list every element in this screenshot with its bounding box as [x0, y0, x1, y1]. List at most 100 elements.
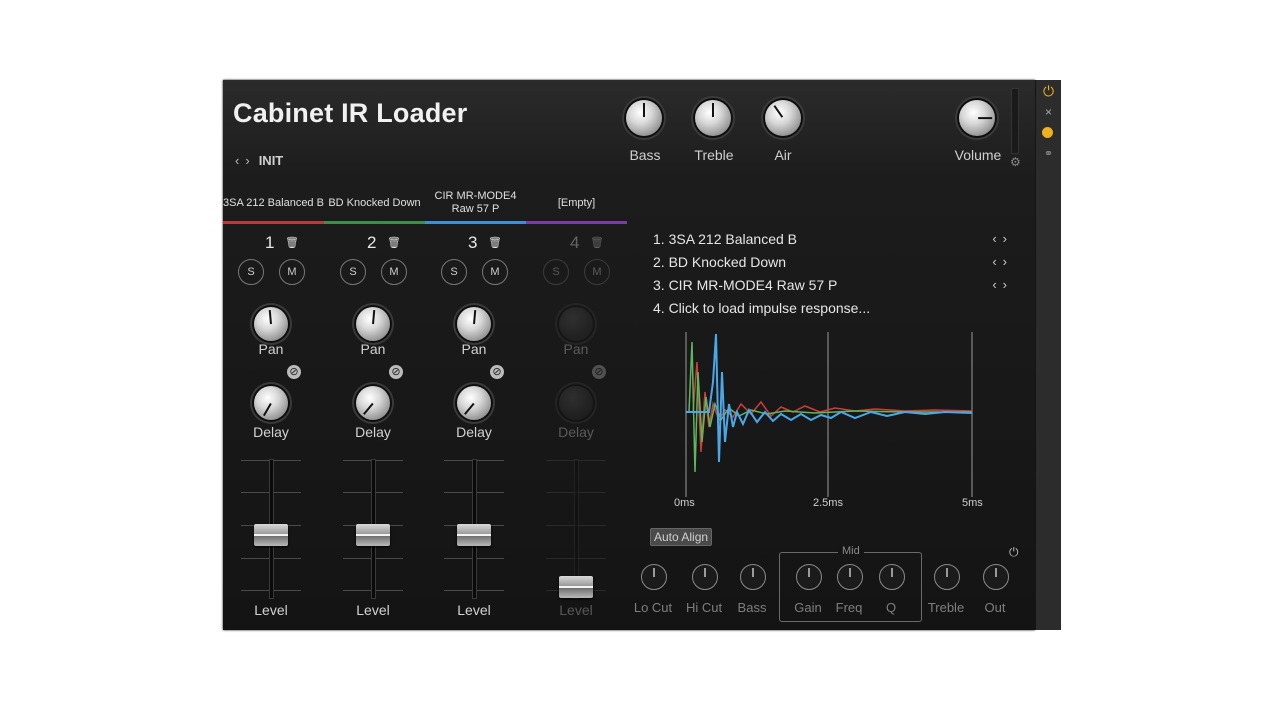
trash-icon[interactable]: 🗑: [488, 236, 502, 249]
phase-invert-icon[interactable]: ⊘: [389, 365, 403, 379]
tab-ir-4-label: [Empty]: [557, 196, 596, 209]
solo-button[interactable]: S: [238, 259, 264, 285]
level-fader-handle[interactable]: [457, 523, 491, 546]
delay-label: Delay: [558, 424, 594, 440]
prev-preset-icon[interactable]: ‹: [235, 153, 239, 168]
trash-icon[interactable]: 🗑: [590, 236, 604, 249]
treble-label: Treble: [694, 147, 734, 163]
pan-knob[interactable]: [559, 307, 593, 341]
tab-ir-1[interactable]: 3SA 212 Balanced B: [223, 184, 324, 224]
eq-knob-1[interactable]: [641, 564, 667, 590]
app-title: Cabinet IR Loader: [233, 98, 468, 128]
ir-tabs: 3SA 212 Balanced B BD Knocked Down CIR M…: [223, 184, 629, 224]
auto-align-button[interactable]: Auto Align: [650, 528, 713, 546]
tab-ir-3[interactable]: CIR MR-MODE4 Raw 57 P: [425, 184, 526, 224]
air-label: Air: [774, 147, 792, 163]
ir-list: 1. 3SA 212 Balanced B ‹› 2. BD Knocked Do…: [653, 231, 1013, 323]
pan-label: Pan: [360, 341, 386, 357]
level-fader-handle[interactable]: [559, 576, 593, 598]
mute-button[interactable]: M: [584, 259, 610, 285]
eq-knob-7[interactable]: [934, 564, 960, 590]
tab-ir-4[interactable]: [Empty]: [526, 184, 627, 224]
phase-invert-icon[interactable]: ⊘: [592, 365, 606, 379]
mute-button[interactable]: M: [381, 259, 407, 285]
tab-ir-1-bar: [223, 221, 324, 224]
tab-ir-1-label: 3SA 212 Balanced B: [223, 196, 324, 209]
gear-icon[interactable]: ⚙: [1010, 155, 1021, 169]
delay-knob[interactable]: [559, 386, 593, 420]
eq-knob-4[interactable]: [796, 564, 822, 590]
ir-list-item-4[interactable]: 4. Click to load impulse response...: [653, 300, 1013, 323]
level-label: Level: [254, 602, 288, 618]
ir-list-item-2-text: 2. BD Knocked Down: [653, 254, 787, 270]
bass-knob[interactable]: [626, 100, 662, 136]
solo-button[interactable]: S: [543, 259, 569, 285]
trash-icon[interactable]: 🗑: [285, 236, 299, 249]
right-toolbar: ⏻ × ⚭: [1035, 80, 1061, 630]
treble-knob[interactable]: [695, 100, 731, 136]
tab-ir-2-bar: [324, 221, 425, 224]
channel-3-number: 3: [468, 233, 478, 252]
tab-ir-3-bar: [425, 221, 526, 224]
volume-knob[interactable]: [959, 100, 995, 136]
ir-1-nav-icon[interactable]: ‹›: [992, 231, 1013, 246]
air-knob[interactable]: [765, 100, 801, 136]
link-icon[interactable]: ⚭: [1042, 148, 1055, 161]
collapse-icon[interactable]: ×: [1042, 106, 1055, 119]
eq-knob-8[interactable]: [983, 564, 1009, 590]
eq-knob-2[interactable]: [692, 564, 718, 590]
eq-knob-3[interactable]: [740, 564, 766, 590]
delay-knob[interactable]: [457, 386, 491, 420]
level-label: Level: [356, 602, 390, 618]
waveform-ir-3: [686, 333, 973, 463]
volume-meter: [1011, 88, 1019, 154]
delay-knob[interactable]: [254, 386, 288, 420]
bass-label: Bass: [629, 147, 661, 163]
graph-tick-5ms: 5ms: [962, 497, 983, 509]
ir-list-item-2[interactable]: 2. BD Knocked Down ‹›: [653, 254, 1013, 277]
ir-3-nav-icon[interactable]: ‹›: [992, 277, 1013, 292]
level-fader-handle[interactable]: [254, 523, 288, 546]
eq-label-3: Bass: [737, 600, 767, 615]
volume-label: Volume: [954, 147, 1002, 163]
trash-icon[interactable]: 🗑: [387, 236, 401, 249]
tuner-icon[interactable]: [1042, 127, 1055, 140]
channel-4-number: 4: [570, 233, 580, 252]
ir-list-item-3[interactable]: 3. CIR MR-MODE4 Raw 57 P ‹›: [653, 277, 1013, 300]
delay-label: Delay: [253, 424, 289, 440]
mute-button[interactable]: M: [279, 259, 305, 285]
eq-knob-6[interactable]: [879, 564, 905, 590]
mute-button[interactable]: M: [482, 259, 508, 285]
pan-label: Pan: [563, 341, 589, 357]
ir-list-item-3-text: 3. CIR MR-MODE4 Raw 57 P: [653, 277, 838, 293]
level-label: Level: [559, 602, 593, 618]
solo-button[interactable]: S: [340, 259, 366, 285]
preset-selector[interactable]: ‹ › INIT: [235, 153, 283, 168]
eq-power-icon[interactable]: ⏻: [1009, 545, 1019, 560]
eq-label-6: Q: [885, 600, 897, 615]
channel-2-number: 2: [367, 233, 377, 252]
tab-ir-4-bar: [526, 221, 627, 224]
pan-label: Pan: [461, 341, 487, 357]
tab-ir-3-label: CIR MR-MODE4 Raw 57 P: [434, 190, 517, 215]
solo-button[interactable]: S: [441, 259, 467, 285]
mid-eq-title: Mid: [838, 545, 864, 557]
level-label: Level: [457, 602, 491, 618]
power-icon[interactable]: ⏻: [1042, 84, 1055, 98]
pan-knob[interactable]: [254, 307, 288, 341]
level-fader-handle[interactable]: [356, 523, 390, 546]
phase-invert-icon[interactable]: ⊘: [287, 365, 301, 379]
phase-invert-icon[interactable]: ⊘: [490, 365, 504, 379]
ir-list-item-1[interactable]: 1. 3SA 212 Balanced B ‹›: [653, 231, 1013, 254]
delay-knob[interactable]: [356, 386, 390, 420]
channel-1-number: 1: [265, 233, 275, 252]
pan-knob[interactable]: [356, 307, 390, 341]
eq-knob-5[interactable]: [837, 564, 863, 590]
ir-2-nav-icon[interactable]: ‹›: [992, 254, 1013, 269]
next-preset-icon[interactable]: ›: [245, 153, 249, 168]
preset-name[interactable]: INIT: [259, 153, 284, 168]
graph-tick-2-5ms: 2.5ms: [813, 497, 843, 509]
pan-knob[interactable]: [457, 307, 491, 341]
plugin-window: Cabinet IR Loader ‹ › INIT Bass Treble Air…: [223, 80, 1035, 630]
tab-ir-2[interactable]: BD Knocked Down: [324, 184, 425, 224]
